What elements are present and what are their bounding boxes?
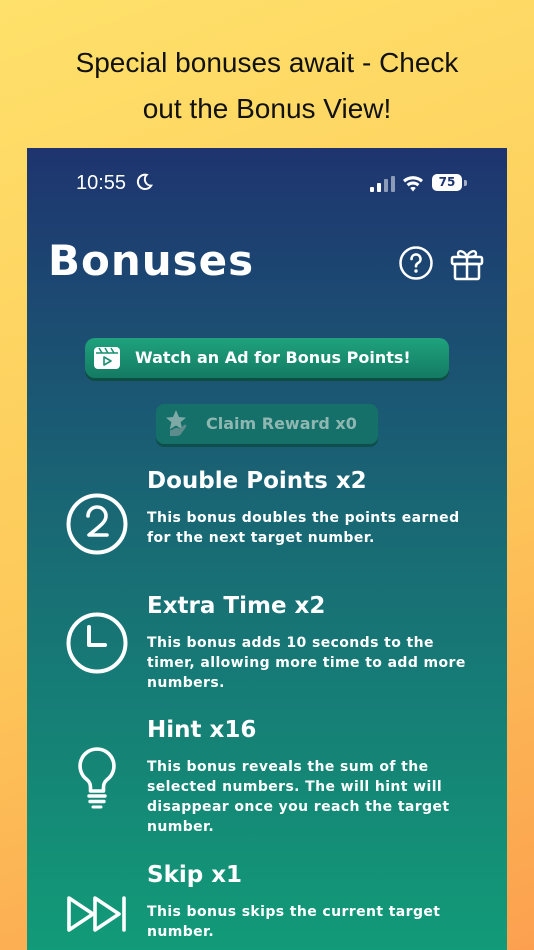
gift-icon[interactable]: [449, 245, 485, 281]
bonus-description: This bonus adds 10 seconds to the timer,…: [147, 635, 466, 691]
status-bar: 10:55 75: [27, 172, 507, 196]
bonus-description: This bonus doubles the points earned for…: [147, 510, 460, 546]
bonus-name: Extra Time x2: [147, 593, 326, 619]
watch-ad-button[interactable]: Watch an Ad for Bonus Points!: [85, 338, 449, 378]
bonus-description: This bonus reveals the sum of the select…: [147, 759, 450, 835]
bonus-name: Hint x16: [147, 717, 257, 743]
wifi-icon: [403, 176, 423, 192]
claim-reward-button[interactable]: Claim Reward x0: [156, 404, 378, 444]
video-clapper-icon: [94, 347, 120, 369]
bonus-description: This bonus skips the current target numb…: [147, 904, 441, 940]
caption-line-1: Special bonuses await - Check: [75, 47, 459, 78]
bonus-name: Skip x1: [147, 862, 243, 888]
claim-reward-label: Claim Reward x0: [206, 414, 357, 433]
promo-caption: Special bonuses await - Check out the Bo…: [0, 40, 534, 132]
lightbulb-icon: [78, 747, 116, 809]
number-two-icon: [66, 493, 128, 555]
page-title: Bonuses: [48, 236, 255, 285]
clock-icon: [66, 612, 128, 674]
bonus-name: Double Points x2: [147, 468, 367, 494]
battery-tip: [464, 180, 467, 186]
status-time: 10:55: [76, 172, 127, 194]
moon-icon: [136, 173, 153, 190]
star-hand-icon: [166, 410, 187, 436]
battery-indicator: 75: [432, 174, 462, 191]
phone-screen: 10:55 75 Bonuses Watch an Ad for Bonus P…: [27, 148, 507, 950]
help-icon[interactable]: [399, 246, 433, 280]
cellular-signal-icon: [370, 176, 395, 192]
watch-ad-label: Watch an Ad for Bonus Points!: [135, 348, 411, 367]
fast-forward-icon: [67, 896, 126, 932]
caption-line-2: out the Bonus View!: [142, 93, 392, 124]
